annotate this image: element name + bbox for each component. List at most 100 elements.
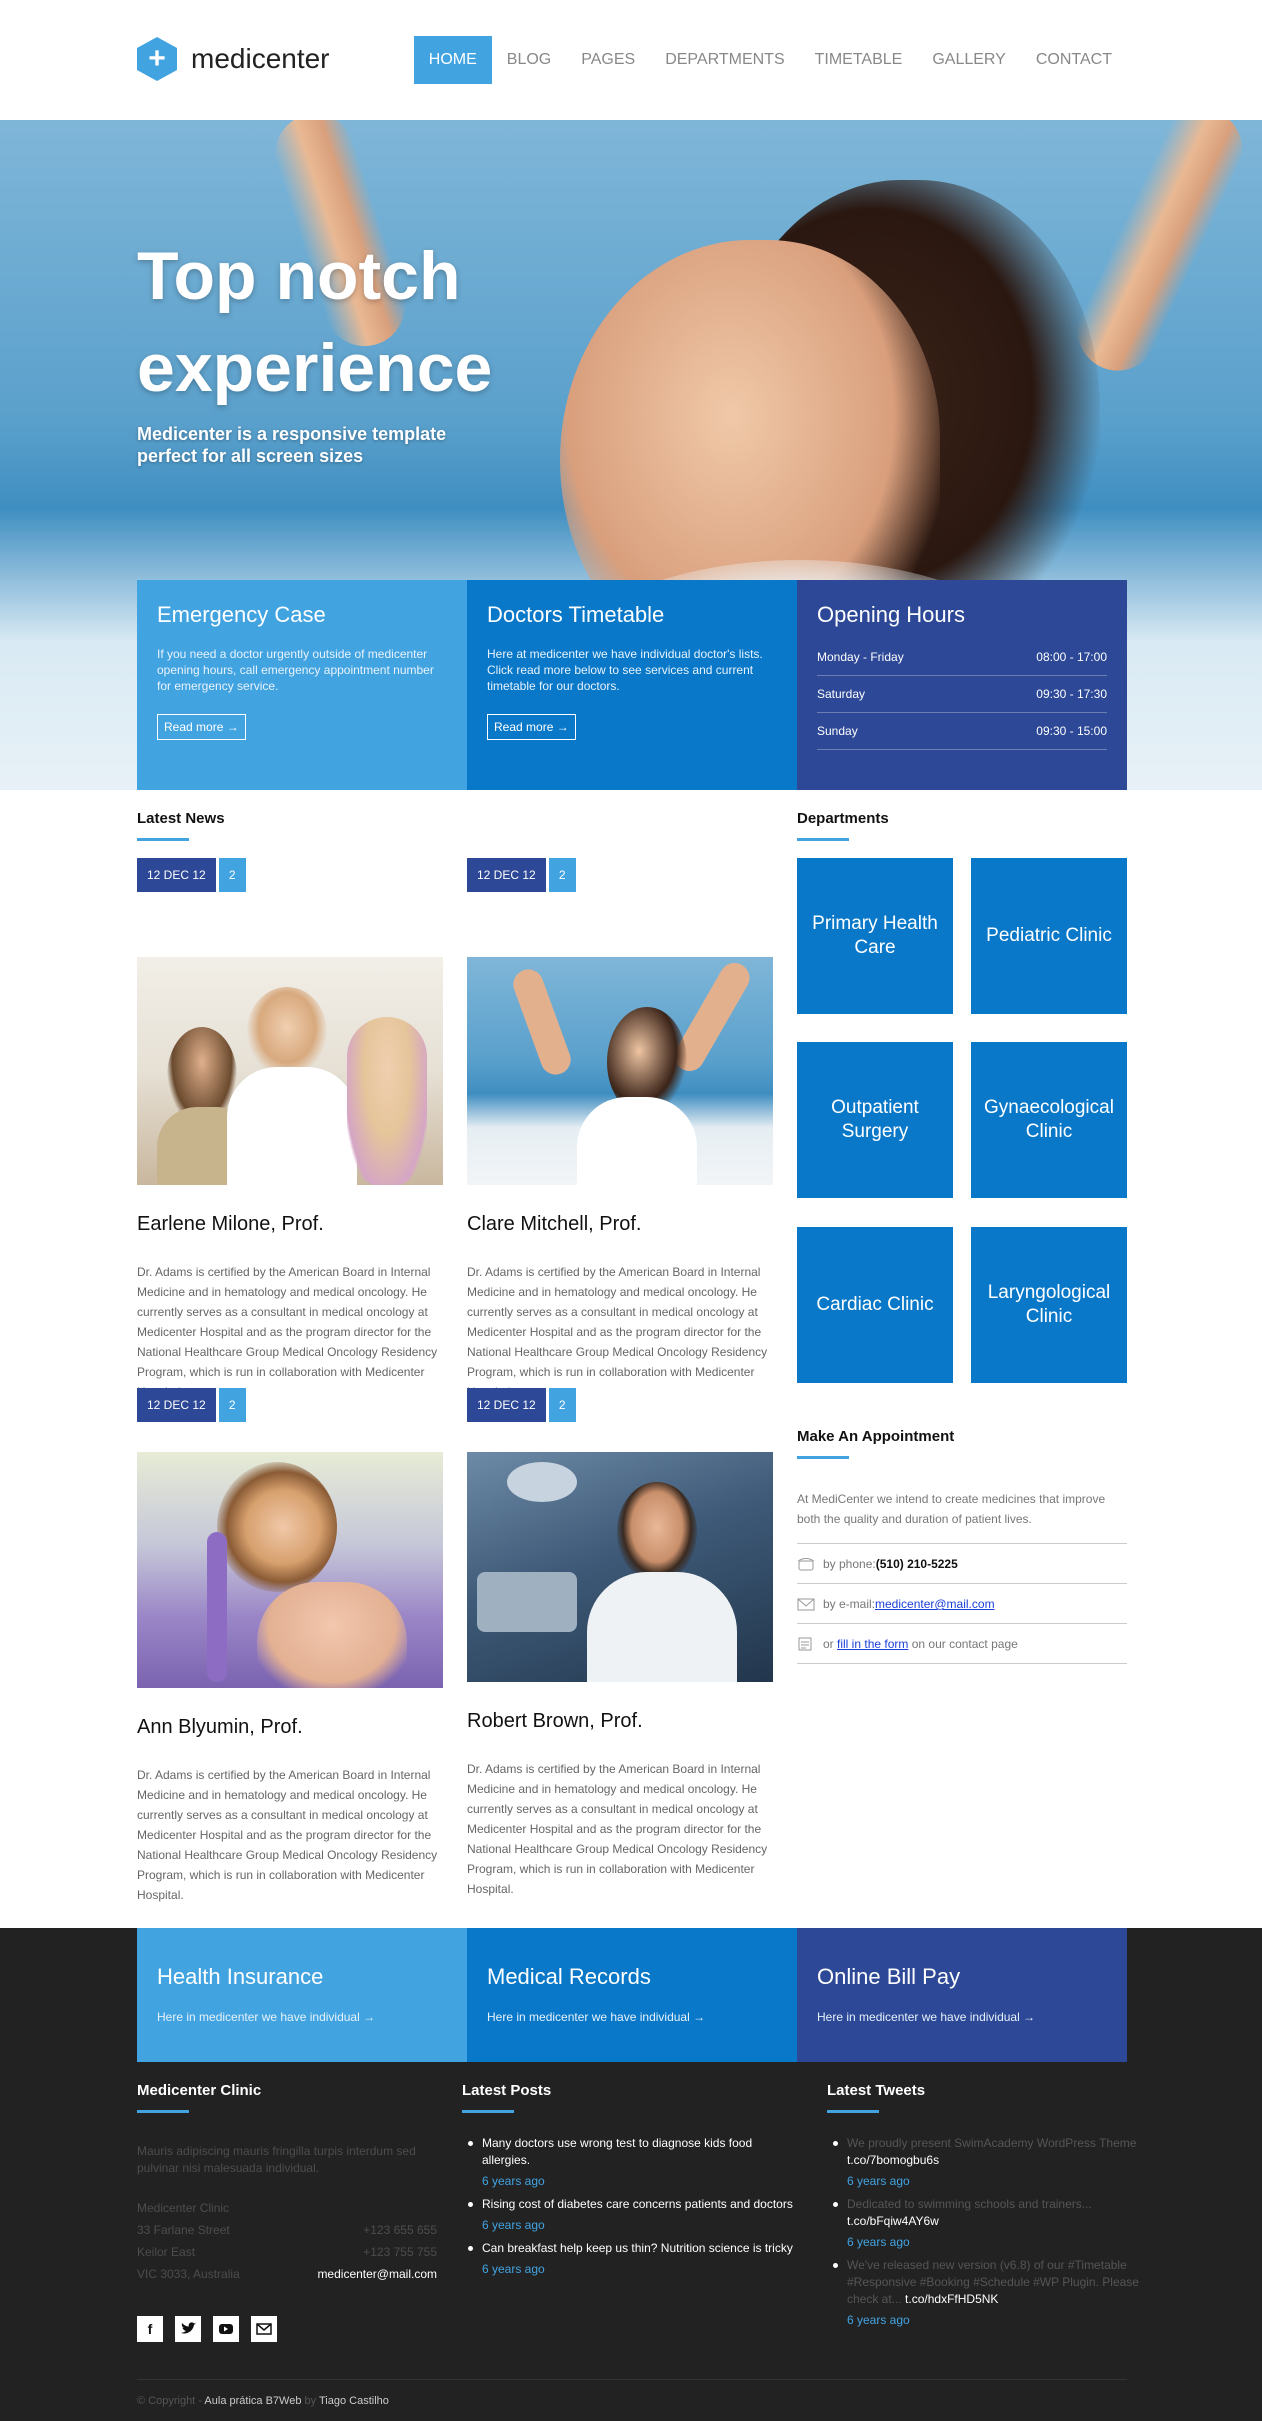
post-title[interactable]: Clare Mitchell, Prof. [467, 1213, 773, 1236]
youtube-icon[interactable] [213, 2316, 239, 2342]
phone-label: by phone: [823, 1557, 876, 1571]
hours-day: Monday - Friday [817, 650, 904, 664]
nav-timetable[interactable]: TIMETABLE [800, 36, 918, 84]
post-title[interactable]: Ann Blyumin, Prof. [137, 1716, 443, 1739]
nav-contact[interactable]: CONTACT [1021, 36, 1127, 84]
tweet-link[interactable]: t.co/bFqiw4AY6w [847, 2214, 939, 2228]
hours-row: Sunday 09:30 - 15:00 [817, 713, 1107, 750]
hours-time: 09:30 - 15:00 [1036, 724, 1107, 738]
phone-number[interactable]: (510) 210-5225 [876, 1557, 958, 1571]
department-tile[interactable]: Gynaecological Clinic [971, 1042, 1127, 1198]
department-tile[interactable]: Outpatient Surgery [797, 1042, 953, 1198]
tweet-time[interactable]: 6 years ago [847, 2234, 1167, 2251]
post-date[interactable]: 12 DEC 12 [467, 1388, 546, 1422]
footer-latest-tweets: Latest Tweets We proudly present SwimAca… [827, 2082, 1167, 2335]
footer-post-time: 6 years ago [482, 2262, 545, 2276]
tweet-item: We've released new version (v6.8) of our… [827, 2257, 1167, 2329]
footer-email-link[interactable]: medicenter@mail.com [317, 2263, 437, 2285]
footer-clinic-text: Mauris adipiscing mauris fringilla turpi… [137, 2144, 416, 2175]
medical-records-box[interactable]: Medical Records Here in medicenter we ha… [467, 1928, 797, 2062]
post-image[interactable] [137, 957, 443, 1185]
footer-box-link[interactable]: Here in medicenter we have individual → [817, 2010, 1107, 2024]
post-image[interactable] [137, 1452, 443, 1688]
copyright-author-link[interactable]: Tiago Castilho [319, 2395, 389, 2407]
news-post: 12 DEC 12 2 Robert Brown, Prof. Dr. Adams… [467, 1388, 773, 1899]
post-title[interactable]: Robert Brown, Prof. [467, 1710, 773, 1733]
department-tile[interactable]: Cardiac Clinic [797, 1227, 953, 1383]
email-link[interactable]: medicenter@mail.com [875, 1597, 995, 1611]
department-tile[interactable]: Primary Health Care [797, 858, 953, 1014]
contact-line: +123 755 755 [363, 2245, 437, 2259]
copyright-site-link[interactable]: Aula prática B7Web [204, 2395, 301, 2407]
comment-count[interactable]: 2 [218, 1388, 246, 1422]
post-title[interactable]: Earlene Milone, Prof. [137, 1213, 443, 1236]
copyright: © Copyright - Aula prática B7Web by Tiag… [137, 2379, 1127, 2407]
social-links: f [137, 2316, 289, 2342]
tweet-time[interactable]: 6 years ago [847, 2312, 1167, 2329]
post-excerpt: Dr. Adams is certified by the American B… [467, 1762, 768, 1896]
hours-row: Monday - Friday 08:00 - 17:00 [817, 646, 1107, 676]
tweet-link[interactable]: t.co/7bomogbu6s [847, 2153, 939, 2167]
post-date[interactable]: 12 DEC 12 [137, 858, 216, 892]
online-bill-pay-box[interactable]: Online Bill Pay Here in medicenter we ha… [797, 1928, 1127, 2062]
footer-box-link[interactable]: Here in medicenter we have individual → [157, 2010, 447, 2024]
hero-title: Top notch experience [137, 238, 493, 406]
twitter-icon[interactable] [175, 2316, 201, 2342]
health-insurance-box[interactable]: Health Insurance Here in medicenter we h… [137, 1928, 467, 2062]
post-date[interactable]: 12 DEC 12 [467, 858, 546, 892]
emergency-title: Emergency Case [157, 602, 326, 627]
news-post: 12 DEC 12 2 Clare Mitchell, Prof. Dr. Ada… [467, 858, 773, 1402]
timetable-read-more-button[interactable]: Read more → [487, 714, 576, 740]
footer-post-item[interactable]: Can breakfast help keep us thin? Nutriti… [462, 2240, 802, 2278]
nav-pages[interactable]: PAGES [566, 36, 650, 84]
footer-post-text[interactable]: Can breakfast help keep us thin? Nutriti… [482, 2241, 793, 2255]
post-image[interactable] [467, 1452, 773, 1682]
form-suffix: on our contact page [911, 1637, 1018, 1651]
opening-hours-box: Opening Hours Monday - Friday 08:00 - 17:… [797, 580, 1127, 790]
footer-box-link[interactable]: Here in medicenter we have individual → [487, 2010, 777, 2024]
comment-count[interactable]: 2 [218, 858, 246, 892]
footer-post-time: 6 years ago [482, 2174, 545, 2188]
nav-home[interactable]: HOME [413, 36, 492, 84]
phone-icon [797, 1558, 815, 1571]
address-line: Medicenter Clinic [137, 2201, 230, 2215]
tweet-link[interactable]: t.co/hdxFfHD5NK [905, 2292, 998, 2306]
tweet-text: We proudly present SwimAcademy WordPress… [847, 2136, 1137, 2150]
timetable-box: Doctors Timetable Here at medicenter we … [467, 580, 797, 790]
tweet-text: Dedicated to swimming schools and traine… [847, 2197, 1092, 2211]
plus-hexagon-icon: + [137, 37, 177, 81]
comment-count[interactable]: 2 [548, 858, 576, 892]
mail-icon[interactable] [251, 2316, 277, 2342]
post-excerpt: Dr. Adams is certified by the American B… [467, 1265, 768, 1399]
hero-subtitle: Medicenter is a responsive template perf… [137, 424, 447, 466]
footer-post-item[interactable]: Rising cost of diabetes care concerns pa… [462, 2196, 802, 2234]
department-tile[interactable]: Laryngological Clinic [971, 1227, 1127, 1383]
footer-post-text[interactable]: Rising cost of diabetes care concerns pa… [482, 2197, 793, 2211]
nav-gallery[interactable]: GALLERY [917, 36, 1021, 84]
timetable-title: Doctors Timetable [487, 602, 665, 627]
logo[interactable]: + medicenter [137, 37, 330, 81]
hours-time: 08:00 - 17:00 [1036, 650, 1107, 664]
nav-departments[interactable]: DEPARTMENTS [650, 36, 799, 84]
footer-post-item[interactable]: Many doctors use wrong test to diagnose … [462, 2135, 802, 2190]
footer-tweets-title: Latest Tweets [827, 2082, 1167, 2113]
tweet-item: Dedicated to swimming schools and traine… [827, 2196, 1167, 2251]
post-image[interactable] [467, 957, 773, 1185]
facebook-icon[interactable]: f [137, 2316, 163, 2342]
post-date[interactable]: 12 DEC 12 [137, 1388, 216, 1422]
footer-post-text[interactable]: Many doctors use wrong test to diagnose … [482, 2136, 752, 2167]
hours-day: Sunday [817, 724, 858, 738]
department-tile[interactable]: Pediatric Clinic [971, 858, 1127, 1014]
latest-news-title: Latest News [137, 810, 225, 841]
news-post: 12 DEC 12 2 Earlene Milone, Prof. Dr. Ada… [137, 858, 443, 1402]
appointment-form: or fill in the form on our contact page [797, 1624, 1127, 1664]
emergency-read-more-button[interactable]: Read more → [157, 714, 246, 740]
footer-clinic: Medicenter Clinic Mauris adipiscing maur… [137, 2082, 437, 2285]
comment-count[interactable]: 2 [548, 1388, 576, 1422]
nav-blog[interactable]: BLOG [492, 36, 566, 84]
footer-box-title: Medical Records [487, 1964, 651, 1989]
tweet-time[interactable]: 6 years ago [847, 2173, 1167, 2190]
fill-form-link[interactable]: fill in the form [837, 1637, 908, 1651]
post-excerpt: Dr. Adams is certified by the American B… [137, 1265, 438, 1399]
form-icon [798, 1637, 812, 1651]
